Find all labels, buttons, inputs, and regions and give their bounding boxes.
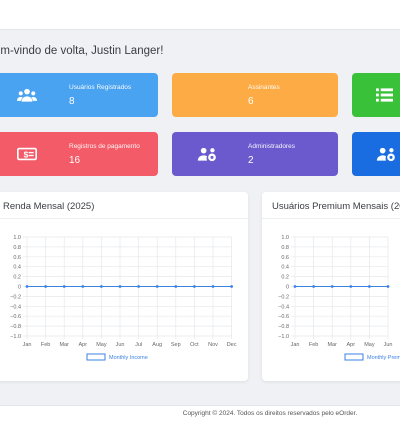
data-point xyxy=(312,285,315,288)
y-tick-label: −1.0 xyxy=(278,334,289,340)
data-point xyxy=(44,285,47,288)
y-tick-label: 0 xyxy=(18,285,21,291)
y-tick-label: 0.6 xyxy=(13,255,21,261)
data-point xyxy=(193,285,196,288)
x-tick-label: Mar xyxy=(327,342,337,348)
data-point xyxy=(368,285,371,288)
chart-grid xyxy=(23,236,232,339)
top-navbar xyxy=(0,0,400,30)
card-label: Usuários Registrados xyxy=(69,84,132,91)
data-point xyxy=(118,285,122,288)
data-point xyxy=(155,285,159,288)
data-point xyxy=(349,285,353,288)
registered-users-card[interactable]: Usuários Registrados 8 xyxy=(0,73,158,117)
x-tick-label: Aug xyxy=(152,342,162,348)
y-tick-label: 0.2 xyxy=(281,275,289,281)
y-tick-label: −1.0 xyxy=(10,334,21,340)
list-icon xyxy=(376,88,393,102)
card-label: Registros de pagamento xyxy=(69,143,140,150)
svg-text:$: $ xyxy=(24,149,29,159)
administrators-card[interactable]: Administradores 2 xyxy=(172,132,338,176)
y-tick-label: −0.4 xyxy=(10,304,21,310)
data-point xyxy=(230,285,234,288)
x-tick-label: Sep xyxy=(171,342,181,348)
y-tick-label: 1.0 xyxy=(281,235,289,241)
x-tick-label: Jun xyxy=(116,342,125,348)
monthly-premium-chart: 1.0 0.8 0.6 0.4 0.2 0 −0.2 −0.4 −0.6 −0.8 −1.0Jan F… xyxy=(278,235,400,361)
x-tick-label: Jun xyxy=(384,342,393,348)
data-point xyxy=(137,285,141,288)
money-icon: $ xyxy=(17,146,37,162)
y-tick-label: −0.6 xyxy=(278,314,289,320)
y-tick-label: −0.8 xyxy=(278,324,289,330)
monthly-income-chart: 1.0 0.8 0.6 0.4 0.2 0 −0.2 −0.4 −0.6 −0.8 −1.0Jan F… xyxy=(10,235,237,361)
card-value: 6 xyxy=(248,96,254,107)
y-tick-label: −0.6 xyxy=(10,314,21,320)
y-tick-label: 0.2 xyxy=(13,275,21,281)
data-point xyxy=(211,285,215,288)
x-tick-label: May xyxy=(96,342,107,348)
x-tick-label: Jul xyxy=(135,342,142,348)
x-tick-label: Jan xyxy=(291,342,300,348)
data-point xyxy=(62,285,66,288)
card-value: 8 xyxy=(69,96,75,107)
y-tick-label: 0 xyxy=(286,285,289,291)
welcome-message: em-vindo de volta, Justin Langer! xyxy=(0,45,164,57)
card-label: Assinantes xyxy=(248,84,280,91)
x-tick-label: Mar xyxy=(59,342,69,348)
legend-swatch xyxy=(86,353,106,361)
footer: Copyright © 2024. Todos os direitos rese… xyxy=(0,405,400,424)
y-tick-label: 0.4 xyxy=(13,265,21,271)
legend-label: Monthly Income xyxy=(109,355,148,361)
monthly-income-panel: Renda Mensal (2025) 1.0 0.8 0.6 0.4 0.2 0 −0.2… xyxy=(0,192,248,381)
payment-records-card[interactable]: $ Registros de pagamento 16 xyxy=(0,132,158,176)
y-tick-label: −0.2 xyxy=(10,294,21,300)
x-tick-label: Feb xyxy=(41,342,50,348)
x-tick-label: Apr xyxy=(79,342,88,348)
x-tick-label: Apr xyxy=(347,342,356,348)
data-point xyxy=(174,285,178,288)
data-point xyxy=(293,285,297,288)
card-label: Administradores xyxy=(248,143,295,150)
chart-grid xyxy=(291,236,389,339)
x-tick-label: May xyxy=(364,342,375,348)
data-point xyxy=(81,285,85,288)
copyright-text: Copyright © 2024. Todos os direitos rese… xyxy=(182,410,358,417)
users-cog-icon xyxy=(197,146,217,162)
x-tick-label: Feb xyxy=(309,342,318,348)
y-tick-label: 0.4 xyxy=(281,265,289,271)
subscribers-card[interactable]: Assinantes 6 xyxy=(172,73,338,117)
card-value: 16 xyxy=(69,155,81,166)
y-tick-label: −0.8 xyxy=(10,324,21,330)
blue-card[interactable] xyxy=(352,132,400,176)
x-tick-label: Jan xyxy=(23,342,32,348)
x-tick-label: Oct xyxy=(190,342,199,348)
green-card[interactable] xyxy=(352,73,400,117)
data-point xyxy=(386,285,390,288)
legend-label: Monthly Premium Users xyxy=(367,355,400,361)
monthly-premium-panel: Usuários Premium Mensais (2025) 1.00.80.… xyxy=(262,192,400,381)
data-point xyxy=(100,285,103,288)
y-tick-label: 1.0 xyxy=(13,235,21,241)
y-tick-label: −0.2 xyxy=(278,294,289,300)
data-point xyxy=(330,285,334,288)
legend-swatch xyxy=(344,353,364,361)
data-point xyxy=(25,285,29,288)
x-tick-label: Dec xyxy=(227,342,237,348)
users-cog-icon xyxy=(376,146,396,162)
x-tick-label: Nov xyxy=(208,342,218,348)
card-value: 2 xyxy=(248,155,254,166)
y-tick-label: 0.8 xyxy=(281,245,289,251)
y-tick-label: 0.6 xyxy=(281,255,289,261)
users-icon xyxy=(17,87,37,103)
y-tick-label: 0.8 xyxy=(13,245,21,251)
y-tick-label: −0.4 xyxy=(278,304,289,310)
